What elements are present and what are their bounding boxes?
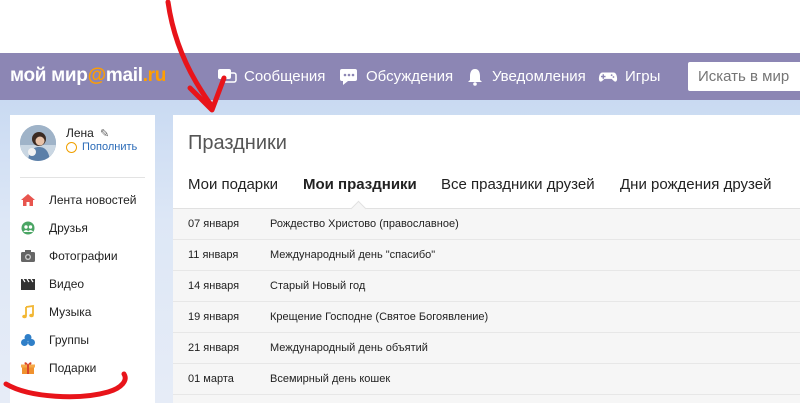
nav-games[interactable]: Игры — [598, 53, 660, 100]
sidebar-item-music[interactable]: Музыка — [10, 301, 155, 323]
holiday-list: 07 января Рождество Христово (православн… — [173, 209, 800, 403]
list-item[interactable]: 21 января Международный день объятий — [173, 333, 800, 364]
nav-notifications[interactable]: Уведомления — [465, 53, 586, 100]
logo-text: мой мир — [10, 65, 88, 86]
tab-my-holidays[interactable]: Мои праздники — [303, 176, 417, 193]
holiday-name: Старый Новый год — [270, 280, 366, 292]
sidebar-item-photos[interactable]: Фотографии — [10, 245, 155, 267]
tab-friends-birthdays[interactable]: Дни рождения друзей — [620, 176, 771, 193]
coin-icon — [66, 141, 77, 153]
bell-icon — [465, 68, 485, 86]
nav-notifications-label: Уведомления — [492, 68, 586, 85]
topup-label: Пополнить — [82, 141, 138, 153]
nav-games-label: Игры — [625, 68, 661, 85]
avatar[interactable] — [20, 125, 56, 161]
sidebar-item-news[interactable]: Лента новостей — [10, 189, 155, 211]
header-bar: мой мир@mail.ru Сообщения Обсуждения Уве… — [0, 53, 800, 100]
list-item[interactable]: 11 января Международный день "спасибо" — [173, 240, 800, 271]
list-item[interactable]: 07 января Рождество Христово (православн… — [173, 209, 800, 240]
holiday-name: Рождество Христово (православное) — [270, 218, 459, 230]
logo[interactable]: мой мир@mail.ru — [10, 65, 166, 87]
logo-mail: mail — [105, 65, 143, 86]
sidebar-item-label: Группы — [49, 333, 89, 347]
holiday-name: Всемирный день кошек — [270, 373, 391, 385]
page-title: Праздники — [188, 132, 287, 154]
topup-link[interactable]: Пополнить — [66, 141, 137, 153]
clapperboard-icon — [20, 277, 36, 291]
logo-at: @ — [87, 65, 107, 86]
chat-bubbles-icon — [217, 68, 237, 86]
list-item[interactable]: 01 марта Всемирный день кошек — [173, 364, 800, 395]
gift-icon — [20, 361, 36, 375]
nav-discussions-label: Обсуждения — [366, 68, 454, 85]
sidebar-item-label: Друзья — [49, 221, 88, 235]
speech-bubble-icon — [339, 68, 359, 86]
list-item[interactable]: 19 января Крещение Господне (Святое Бого… — [173, 302, 800, 333]
sidebar-item-label: Лента новостей — [49, 193, 137, 207]
divider — [20, 177, 145, 178]
tab-friends-holidays[interactable]: Все праздники друзей — [441, 176, 595, 193]
holiday-date: 01 марта — [188, 373, 234, 385]
sidebar-item-label: Музыка — [49, 305, 92, 319]
holiday-date: 19 января — [188, 311, 240, 323]
gamepad-icon — [598, 68, 618, 86]
nav-discussions[interactable]: Обсуждения — [339, 53, 453, 100]
logo-ru: .ru — [142, 65, 167, 86]
tab-my-gifts[interactable]: Мои подарки — [188, 176, 278, 193]
search-input[interactable] — [688, 62, 800, 91]
sidebar-item-groups[interactable]: Группы — [10, 329, 155, 351]
holiday-name: Международный день объятий — [270, 342, 428, 354]
friends-icon — [20, 221, 36, 235]
top-whitespace — [0, 0, 800, 53]
camera-icon — [20, 249, 36, 263]
holiday-date: 21 января — [188, 342, 240, 354]
tabs-divider — [173, 208, 800, 209]
groups-icon — [20, 333, 36, 347]
sidebar-item-label: Подарки — [49, 361, 97, 375]
main-panel: Праздники Мои подарки Мои праздники Все … — [173, 115, 800, 403]
holiday-date: 07 января — [188, 218, 240, 230]
list-item[interactable]: 14 января Старый Новый год — [173, 271, 800, 302]
sidebar-item-gifts[interactable]: Подарки — [10, 357, 155, 379]
holiday-date: 14 января — [188, 280, 240, 292]
holiday-name: Крещение Господне (Святое Богоявление) — [270, 311, 489, 323]
home-icon — [20, 193, 36, 207]
nav-messages[interactable]: Сообщения — [217, 53, 325, 100]
sidebar-item-label: Видео — [49, 277, 85, 291]
sidebar-item-video[interactable]: Видео — [10, 273, 155, 295]
user-name[interactable]: Лена — [66, 126, 94, 140]
holiday-date: 11 января — [188, 249, 239, 261]
pencil-icon[interactable]: ✎ — [100, 127, 109, 140]
holiday-name: Международный день "спасибо" — [270, 249, 436, 261]
sidebar-item-friends[interactable]: Друзья — [10, 217, 155, 239]
music-note-icon — [20, 305, 36, 319]
sidebar: Лена ✎ Пополнить Лента новостей Друзья Ф… — [10, 115, 155, 403]
nav-messages-label: Сообщения — [244, 68, 326, 85]
sidebar-item-label: Фотографии — [49, 249, 118, 263]
